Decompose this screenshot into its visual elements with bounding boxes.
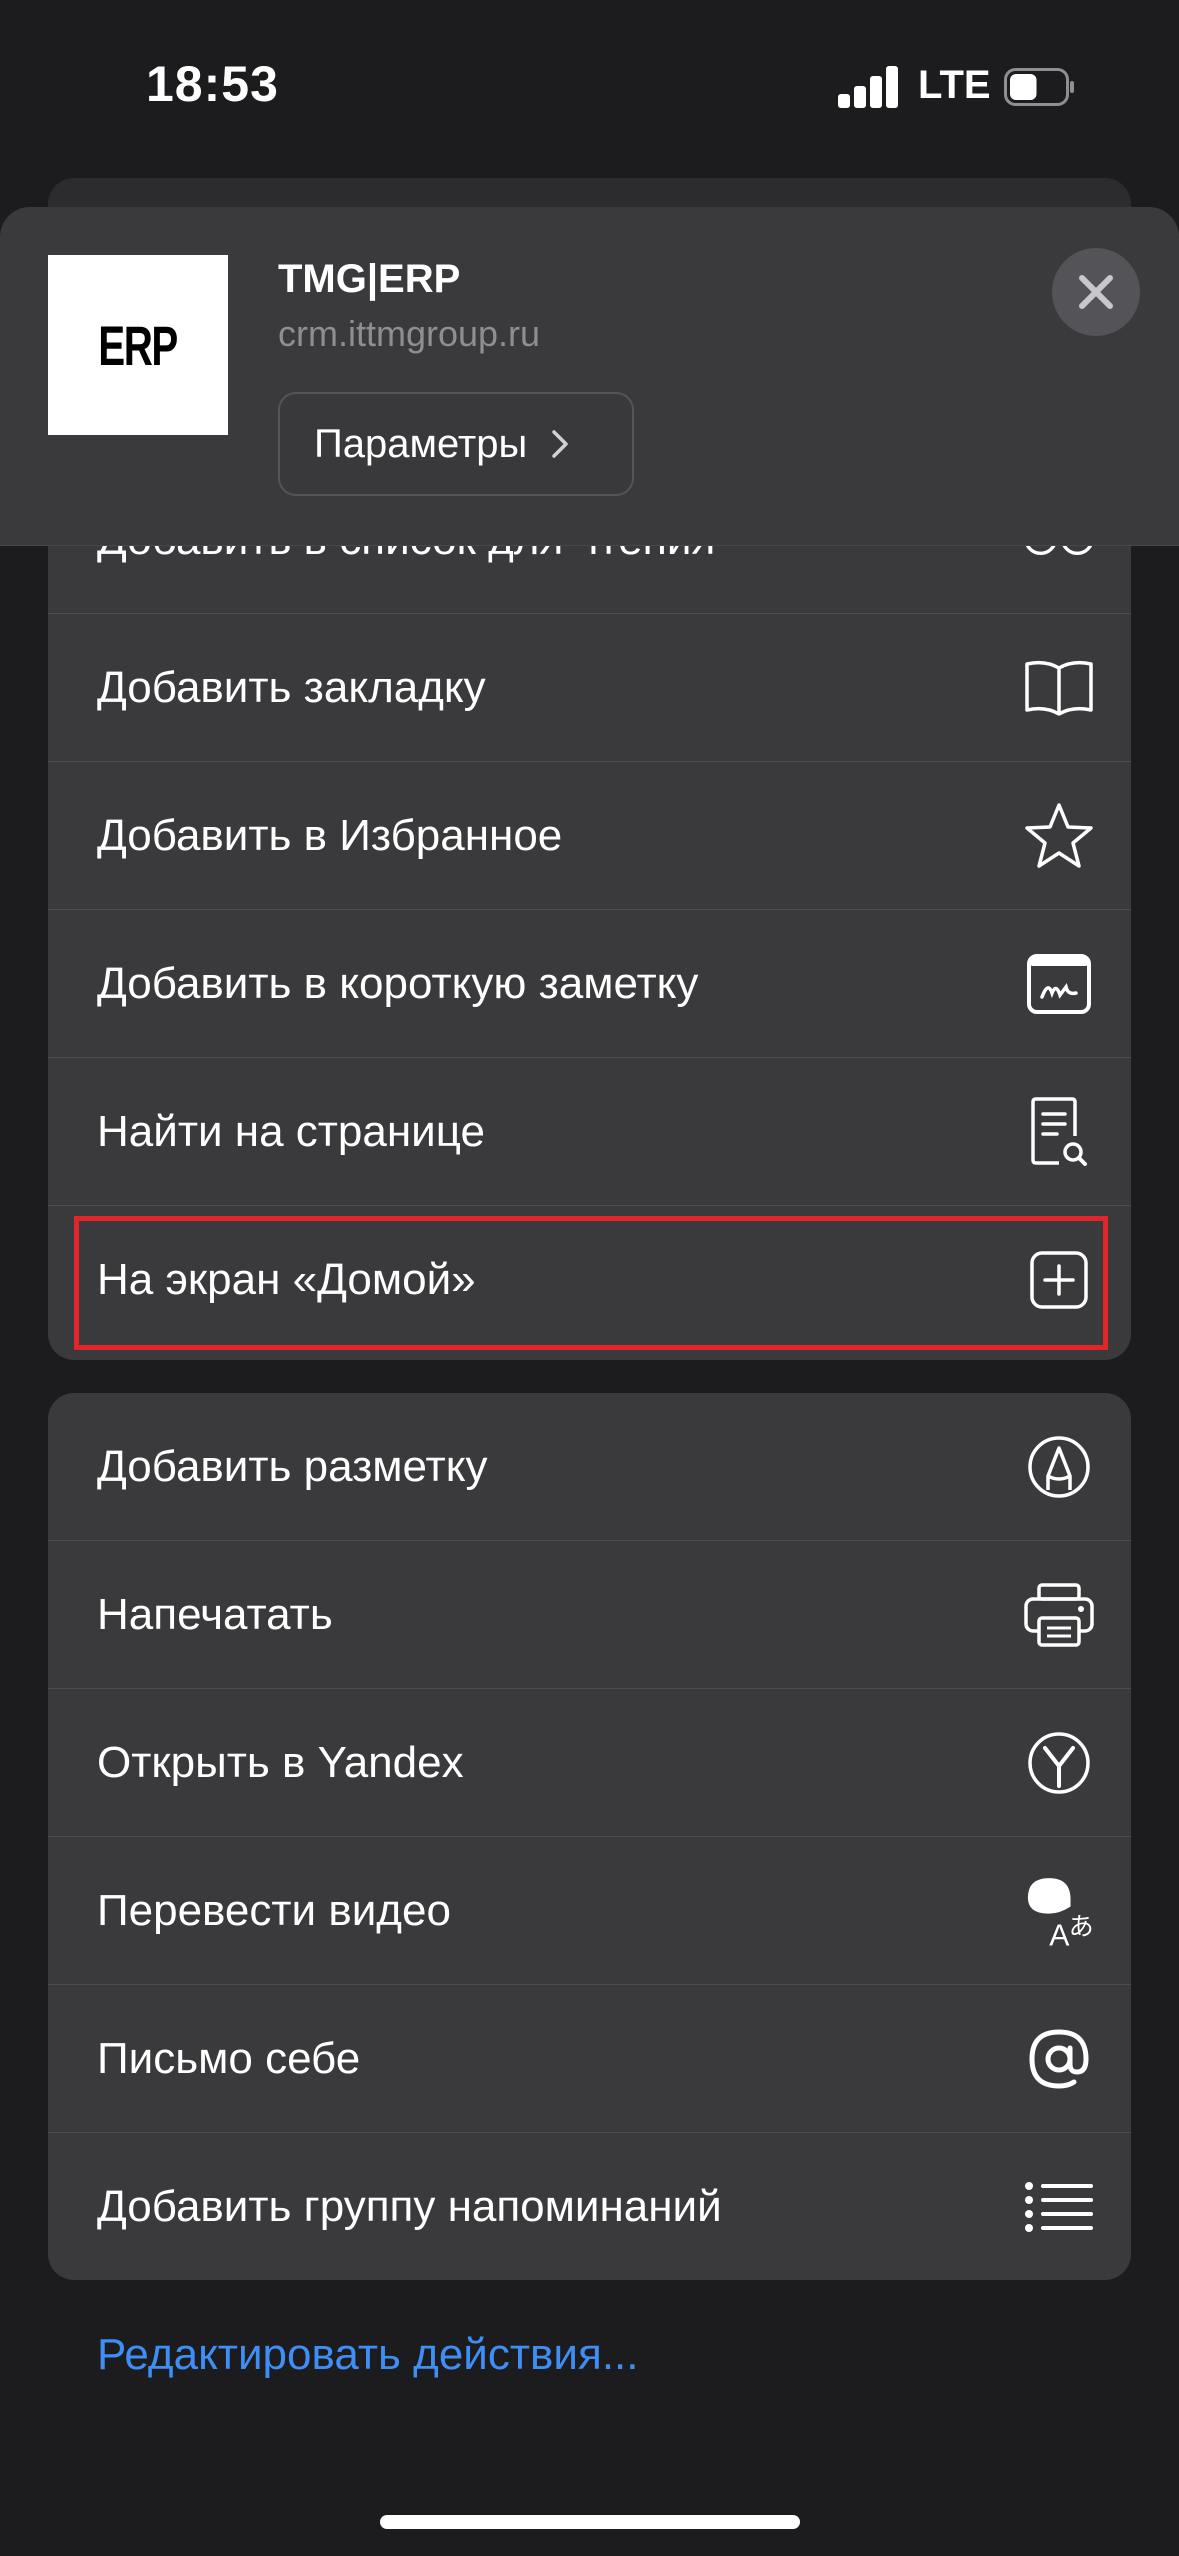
menu-item-label: Найти на странице [97, 1107, 485, 1156]
share-sheet-header: ERP TMG|ERP crm.ittmgroup.ru Параметры [0, 207, 1179, 546]
svg-text:あ: あ [1069, 1912, 1094, 1941]
network-type: LTE [918, 63, 991, 107]
add-to-quick-note-item[interactable]: Добавить в короткую заметку [48, 910, 1131, 1058]
cellular-signal-icon [838, 64, 900, 108]
menu-item-label: Открыть в Yandex [97, 1738, 464, 1787]
add-bookmark-item[interactable]: Добавить закладку [48, 614, 1131, 762]
translate-icon: Aあ [1019, 1871, 1099, 1953]
site-title: TMG|ERP [278, 257, 461, 301]
quick-note-icon [1019, 944, 1099, 1024]
markup-pen-icon [1019, 1427, 1099, 1507]
menu-item-label: Добавить разметку [97, 1442, 488, 1491]
printer-icon [1019, 1575, 1099, 1655]
print-item[interactable]: Напечатать [48, 1541, 1131, 1689]
highlight-box [74, 1216, 1108, 1350]
home-indicator[interactable] [380, 2515, 800, 2529]
menu-item-label: Добавить закладку [97, 663, 486, 712]
at-sign-icon [1019, 2019, 1099, 2099]
find-on-page-icon [1019, 1092, 1099, 1172]
mail-to-self-item[interactable]: Письмо себе [48, 1985, 1131, 2133]
add-reminders-group-item[interactable]: Добавить группу напоминаний [48, 2133, 1131, 2280]
book-icon [1019, 648, 1099, 728]
menu-item-label: Добавить в короткую заметку [97, 959, 699, 1008]
actions-group-secondary: Добавить разметку Напечатать Открыть в Y… [48, 1393, 1131, 2280]
menu-item-label: Перевести видео [97, 1886, 451, 1935]
svg-text:A: A [1049, 1920, 1070, 1953]
close-button[interactable] [1052, 248, 1140, 336]
find-on-page-item[interactable]: Найти на странице [48, 1058, 1131, 1206]
battery-icon [1004, 68, 1074, 106]
options-button[interactable]: Параметры [278, 392, 634, 496]
site-icon-text: ERP [98, 313, 179, 377]
options-button-label: Параметры [314, 421, 528, 466]
close-icon [1079, 275, 1113, 309]
translate-video-item[interactable]: Перевести видео Aあ [48, 1837, 1131, 1985]
menu-item-label: Напечатать [97, 1590, 333, 1639]
site-icon: ERP [48, 255, 228, 435]
menu-item-label: Добавить группу напоминаний [97, 2182, 722, 2231]
menu-item-label: Добавить в Избранное [97, 811, 563, 860]
add-markup-item[interactable]: Добавить разметку [48, 1393, 1131, 1541]
star-icon [1019, 796, 1099, 876]
chevron-right-icon [552, 430, 568, 458]
status-time: 18:53 [146, 56, 279, 112]
site-url: crm.ittmgroup.ru [278, 313, 541, 354]
list-icon [1019, 2167, 1099, 2247]
edit-actions-link[interactable]: Редактировать действия... [97, 2330, 639, 2380]
menu-item-label: Письмо себе [97, 2034, 361, 2083]
add-to-favorites-item[interactable]: Добавить в Избранное [48, 762, 1131, 910]
yandex-icon [1019, 1723, 1099, 1803]
open-in-yandex-item[interactable]: Открыть в Yandex [48, 1689, 1131, 1837]
